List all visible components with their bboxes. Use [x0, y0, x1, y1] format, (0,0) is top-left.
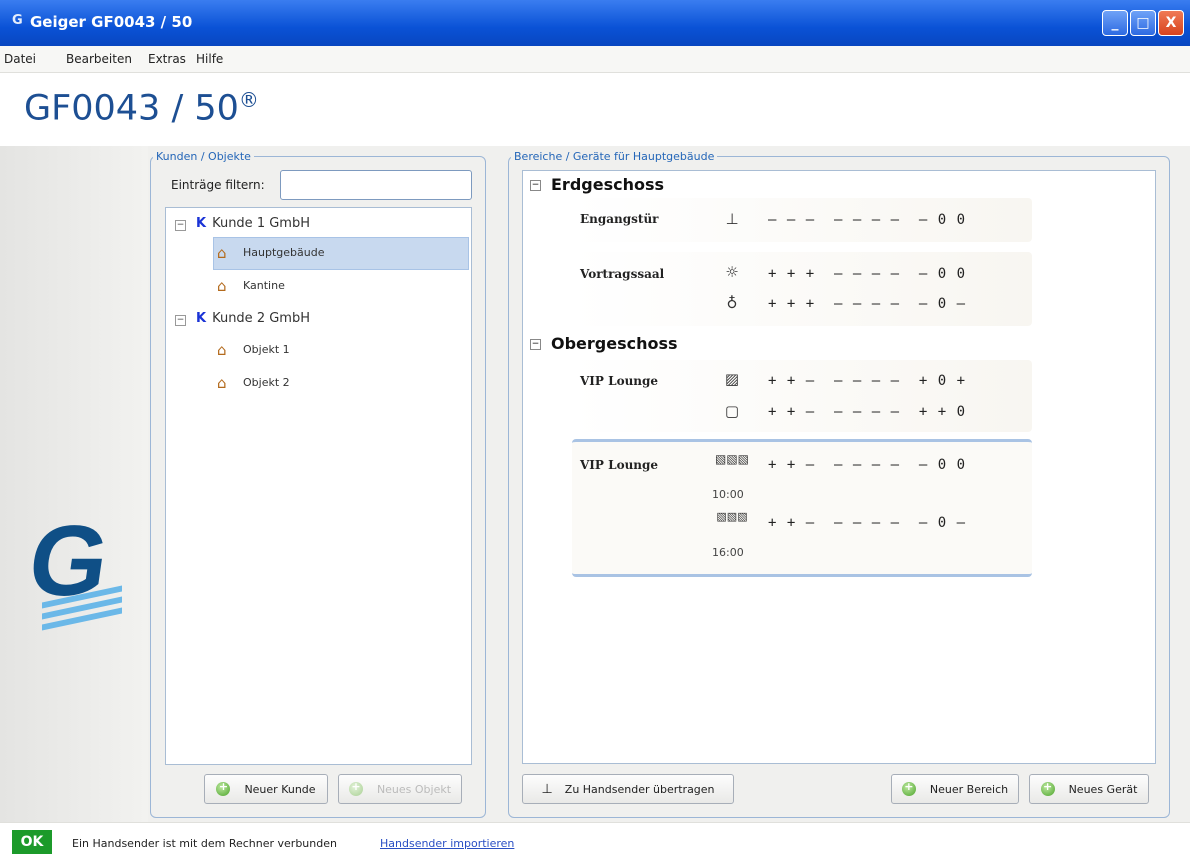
transfer-button[interactable]: ⊥ Zu Handsender übertragen: [522, 774, 734, 804]
awning-icon[interactable]: ▧▧▧: [714, 452, 750, 466]
menu-bearbeiten[interactable]: Bearbeiten: [66, 52, 132, 66]
room-name: VIP Lounge: [580, 374, 659, 388]
expand-kunde1-icon[interactable]: −: [175, 220, 186, 231]
device-state: + + – – – – – – 0 –: [768, 515, 967, 531]
menu-datei[interactable]: Datei: [4, 52, 36, 66]
tree-node-kunde-1[interactable]: K Kunde 1 GmbH: [196, 216, 310, 231]
title-bar: G Geiger GF0043 / 50 _ □ X: [0, 0, 1190, 46]
add-icon: [1040, 780, 1055, 796]
tree-node-label: Objekt 1: [243, 343, 290, 356]
transfer-label: Zu Handsender übertragen: [564, 782, 715, 796]
antenna-icon: ⊥: [541, 781, 553, 797]
minimize-icon: _: [1111, 15, 1119, 31]
page-title: GF0043 / 50®: [24, 88, 259, 129]
lamp-icon[interactable]: ♁: [720, 294, 744, 312]
awning-icon[interactable]: ▧▧▧: [714, 510, 750, 523]
section-title: Erdgeschoss: [551, 175, 665, 194]
window-tilted-icon[interactable]: ▨: [720, 370, 744, 388]
room-name: VIP Lounge: [580, 458, 659, 472]
device-state: – – – – – – – – 0 0: [768, 212, 967, 228]
device-state: + + – – – – – – 0 0: [768, 457, 967, 473]
house-icon: ⌂: [217, 244, 227, 262]
tree-node-label: Kunde 2 GmbH: [212, 311, 310, 326]
new-area-label: Neuer Bereich: [929, 782, 1009, 796]
section-obergeschoss[interactable]: − Obergeschoss: [530, 334, 678, 353]
window-icon[interactable]: ▢: [720, 402, 744, 420]
status-message: Ein Handsender ist mit dem Rechner verbu…: [72, 837, 337, 850]
new-object-label: Neues Objekt: [376, 782, 452, 796]
section-title: Obergeschoss: [551, 334, 678, 353]
app-logo-icon: G: [12, 13, 23, 28]
brand-strip: G: [0, 146, 148, 822]
tree-node-hauptgebaeude[interactable]: ⌂ Hauptgebäude: [217, 244, 324, 262]
collapse-icon[interactable]: −: [530, 339, 541, 350]
menu-bar: Datei Bearbeiten Extras Hilfe: [0, 46, 1190, 73]
collapse-icon[interactable]: −: [530, 180, 541, 191]
device-state: + + + – – – – – 0 0: [768, 266, 967, 282]
room-card-vortragssaal[interactable]: [572, 252, 1032, 326]
add-icon: [901, 780, 916, 796]
add-icon: [348, 780, 363, 796]
close-icon: X: [1165, 15, 1177, 31]
add-icon: [216, 780, 231, 796]
new-customer-button[interactable]: Neuer Kunde: [204, 774, 328, 804]
house-icon: ⌂: [217, 277, 227, 295]
new-area-button[interactable]: Neuer Bereich: [891, 774, 1019, 804]
menu-extras[interactable]: Extras: [148, 52, 186, 66]
customer-k-icon: K: [196, 311, 207, 326]
maximize-icon: □: [1136, 15, 1150, 31]
brand-stripes: [42, 585, 122, 631]
customer-k-icon: K: [196, 216, 207, 231]
section-erdgeschoss[interactable]: − Erdgeschoss: [530, 175, 664, 194]
new-device-label: Neues Gerät: [1068, 782, 1138, 796]
filter-label: Einträge filtern:: [171, 178, 265, 192]
schedule-time: 10:00: [712, 488, 744, 501]
new-device-button[interactable]: Neues Gerät: [1029, 774, 1149, 804]
window-title: Geiger GF0043 / 50: [30, 13, 193, 31]
expand-kunde2-icon[interactable]: −: [175, 315, 186, 326]
device-state: + + – – – – – + + 0: [768, 404, 967, 420]
maximize-button[interactable]: □: [1130, 10, 1156, 36]
customers-legend: Kunden / Objekte: [156, 150, 251, 163]
tree-node-label: Objekt 2: [243, 376, 290, 389]
import-remote-link[interactable]: Handsender importieren: [380, 837, 514, 850]
registered-mark: ®: [238, 88, 259, 112]
tree-node-label: Kunde 1 GmbH: [212, 216, 310, 231]
tree-node-kunde-2[interactable]: K Kunde 2 GmbH: [196, 311, 310, 326]
lamp-on-icon[interactable]: ☼: [720, 263, 744, 281]
antenna-icon[interactable]: ⊥: [720, 210, 744, 228]
tree-node-kantine[interactable]: ⌂ Kantine: [217, 277, 285, 295]
close-button[interactable]: X: [1158, 10, 1184, 36]
new-object-button[interactable]: Neues Objekt: [338, 774, 462, 804]
filter-input[interactable]: [280, 170, 472, 200]
tree-node-label: Hauptgebäude: [243, 246, 325, 259]
room-card-vip-lounge-1[interactable]: [572, 360, 1032, 432]
schedule-time: 16:00: [712, 546, 744, 559]
status-ok-badge: OK: [12, 830, 52, 854]
tree-node-objekt-1[interactable]: ⌂ Objekt 1: [217, 341, 290, 359]
areas-legend: Bereiche / Geräte für Hauptgebäude: [514, 150, 715, 163]
house-icon: ⌂: [217, 374, 227, 392]
tree-node-objekt-2[interactable]: ⌂ Objekt 2: [217, 374, 290, 392]
page-title-text: GF0043 / 50: [24, 88, 239, 129]
new-customer-label: Neuer Kunde: [244, 782, 316, 796]
menu-hilfe[interactable]: Hilfe: [196, 52, 223, 66]
room-name: Engangstür: [580, 212, 659, 226]
device-state: + + – – – – – + 0 +: [768, 373, 967, 389]
customer-tree[interactable]: [165, 207, 472, 765]
tree-node-label: Kantine: [243, 279, 285, 292]
minimize-button[interactable]: _: [1102, 10, 1128, 36]
device-state: + + + – – – – – 0 –: [768, 296, 967, 312]
room-name: Vortragssaal: [580, 267, 665, 281]
house-icon: ⌂: [217, 341, 227, 359]
